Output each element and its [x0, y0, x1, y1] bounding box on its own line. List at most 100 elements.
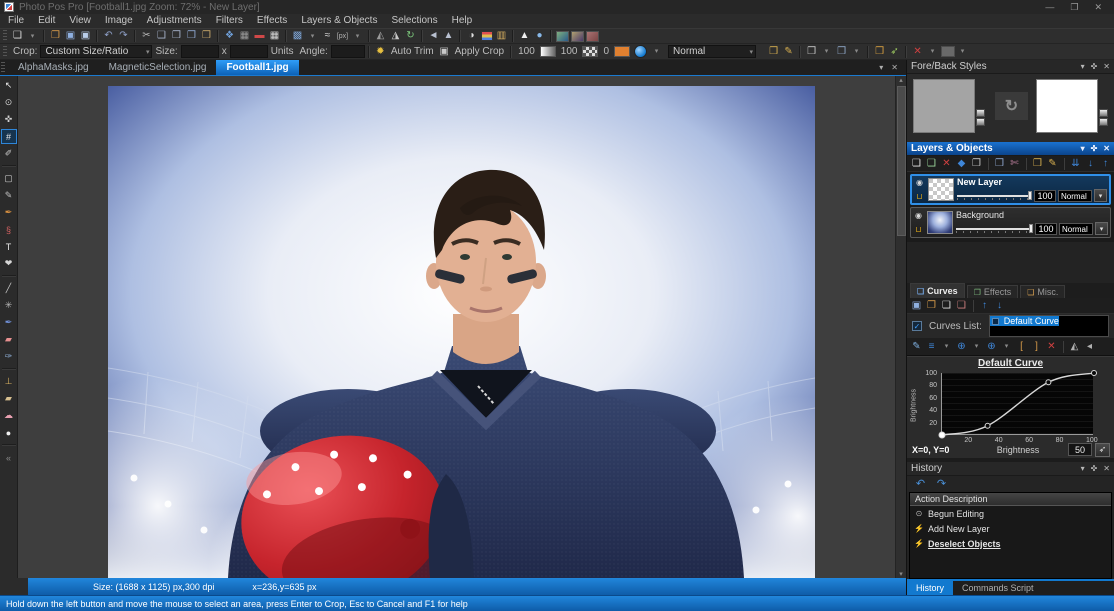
layer-thumbnail[interactable]: [928, 178, 954, 201]
crop-to-selection-button[interactable]: ❖: [222, 29, 237, 43]
toolbar-grip[interactable]: [3, 45, 7, 58]
clone-stamp-tool-button[interactable]: ⊥: [1, 374, 17, 389]
curves-list-item-selected[interactable]: Default Curve: [989, 316, 1059, 326]
canvas-size-button[interactable]: ▦: [237, 29, 252, 43]
curves-list-checkbox[interactable]: ✓: [912, 321, 922, 331]
color-balance-button[interactable]: [479, 29, 494, 43]
close-icon[interactable]: ✕: [1103, 144, 1110, 153]
crop-height-input[interactable]: [229, 45, 268, 58]
close-document-button[interactable]: ✕: [891, 63, 898, 72]
swap-styles-button[interactable]: ↻: [993, 91, 1030, 121]
new-file-menu-button[interactable]: ▾: [25, 29, 40, 43]
blend-mode-dropdown[interactable]: ▾: [1095, 222, 1108, 235]
new-file-button[interactable]: ❏: [10, 29, 25, 43]
crop-preset-select[interactable]: Custom Size/Ratio ▾: [40, 45, 153, 58]
eraser-tool-button[interactable]: ▰: [1, 332, 17, 347]
scroll-down-icon[interactable]: ▾: [899, 570, 903, 578]
pin-icon[interactable]: ✜: [1091, 62, 1098, 71]
effect-preset-1-button[interactable]: [555, 29, 570, 43]
brush-tip-menu-button[interactable]: ▾: [649, 45, 664, 59]
collapse-tools-button[interactable]: «: [1, 450, 17, 465]
panel-menu-icon[interactable]: ▾: [1081, 464, 1085, 473]
menu-file[interactable]: File: [1, 14, 31, 28]
menu-image[interactable]: Image: [98, 14, 140, 28]
apply-curve-x-menu-button[interactable]: ▾: [969, 340, 984, 354]
apply-curve-x-button[interactable]: ⊕: [954, 340, 969, 354]
tab-effects[interactable]: ❐ Effects: [966, 285, 1019, 298]
pattern-style-chip[interactable]: [582, 46, 599, 57]
rotate-curve-left-button[interactable]: [: [1014, 340, 1029, 354]
path-tool-button[interactable]: ✐: [1, 146, 17, 161]
resize-smaller-button[interactable]: ◭: [373, 29, 388, 43]
warp-object-button[interactable]: ➶: [887, 45, 902, 59]
save-file-button[interactable]: ▣: [63, 29, 78, 43]
copy-button[interactable]: ❑: [154, 29, 169, 43]
crop-width-input[interactable]: [180, 45, 219, 58]
lock-icon[interactable]: ⊔: [913, 225, 924, 235]
flip-vertical-button[interactable]: ▲: [441, 29, 456, 43]
lock-icon[interactable]: ⊔: [914, 192, 925, 202]
delete-curve-button[interactable]: ❏: [954, 299, 969, 313]
history-item[interactable]: ⊙ Begun Editing: [910, 506, 1111, 521]
curve-chart[interactable]: Brightness 20 40 60 80 100 20 40 60 80 100: [907, 370, 1114, 444]
flip-curve-button[interactable]: ◭: [1067, 340, 1082, 354]
curve-plot-area[interactable]: [938, 370, 1097, 439]
resize-larger-button[interactable]: ◮: [388, 29, 403, 43]
menu-effects[interactable]: Effects: [250, 14, 294, 28]
curve-item-checkbox[interactable]: [991, 318, 999, 325]
dodge-tool-button[interactable]: ●: [1, 425, 17, 440]
menu-layers-objects[interactable]: Layers & Objects: [294, 14, 384, 28]
color-levels-button[interactable]: ▥: [494, 29, 509, 43]
opacity-slider[interactable]: [957, 191, 1032, 200]
text-tool-button[interactable]: T: [1, 239, 17, 254]
copy-layer-button[interactable]: ❐: [969, 157, 984, 171]
text-object-button[interactable]: ❒: [804, 45, 819, 59]
pixel-units-menu-button[interactable]: ▾: [350, 29, 365, 43]
brush-tip-chip[interactable]: [634, 45, 648, 58]
curve-value-input[interactable]: 50: [1068, 443, 1092, 456]
load-curves-button[interactable]: ❐: [924, 299, 939, 313]
mirror-curve-button[interactable]: ◂: [1082, 340, 1097, 354]
mask-preview-menu-button[interactable]: ▾: [955, 45, 970, 59]
apply-curve-y-menu-button[interactable]: ▾: [999, 340, 1014, 354]
flip-horizontal-button[interactable]: ◄: [426, 29, 441, 43]
panel-menu-icon[interactable]: ▾: [1081, 144, 1085, 153]
foreground-style-swatch[interactable]: [913, 79, 975, 133]
canvas-area[interactable]: ▴ ▾: [18, 76, 906, 578]
resample-image-button[interactable]: ≈: [320, 29, 335, 43]
foreground-style-options[interactable]: [975, 109, 985, 126]
delete-layer-button[interactable]: ✕: [939, 157, 954, 171]
cut-button[interactable]: ✂: [139, 29, 154, 43]
auto-trim-button[interactable]: ✹: [373, 45, 388, 59]
move-layer-down-button[interactable]: ↓: [1083, 157, 1098, 171]
pin-icon[interactable]: ✜: [1091, 144, 1098, 153]
texture-style-chip[interactable]: [614, 46, 631, 57]
pointer-tool-button[interactable]: ↖: [1, 78, 17, 93]
layer-row[interactable]: ◉ ⊔ Background 100 Normal ▾: [910, 207, 1111, 238]
layer-name[interactable]: New Layer: [957, 177, 1107, 187]
document-list-button[interactable]: ▾: [879, 63, 883, 72]
spray-tool-button[interactable]: ✳: [1, 298, 17, 313]
rect-select-tool-button[interactable]: ▢: [1, 171, 17, 186]
angle-input[interactable]: [330, 45, 365, 58]
blend-mode-value[interactable]: Normal: [1059, 222, 1093, 235]
brush-tool-button[interactable]: ✒: [1, 315, 17, 330]
history-header[interactable]: History ▾ ✜ ✕: [907, 462, 1114, 476]
menu-filters[interactable]: Filters: [209, 14, 250, 28]
canvas-vertical-scrollbar[interactable]: ▴ ▾: [895, 76, 906, 578]
tab-misc[interactable]: ❑ Misc.: [1020, 285, 1066, 298]
zoom-tool-button[interactable]: ⊙: [1, 95, 17, 110]
close-icon[interactable]: ✕: [1103, 62, 1110, 71]
rotate-curve-right-button[interactable]: ]: [1029, 340, 1044, 354]
document-tab[interactable]: MagneticSelection.jpg: [99, 60, 217, 75]
healing-tool-button[interactable]: ▰: [1, 391, 17, 406]
menu-selections[interactable]: Selections: [384, 14, 444, 28]
layer-row[interactable]: ◉ ⊔ New Layer 100 Normal ▾: [910, 174, 1111, 205]
pick-object-button[interactable]: ✎: [781, 45, 796, 59]
effect-preset-2-button[interactable]: [570, 29, 585, 43]
tab-commands-script[interactable]: Commands Script: [953, 581, 1043, 595]
open-file-button[interactable]: ❐: [48, 29, 63, 43]
enlarge-image-button[interactable]: ▦: [267, 29, 282, 43]
pin-icon[interactable]: ✜: [1091, 464, 1098, 473]
layer-properties-button[interactable]: ◆: [954, 157, 969, 171]
